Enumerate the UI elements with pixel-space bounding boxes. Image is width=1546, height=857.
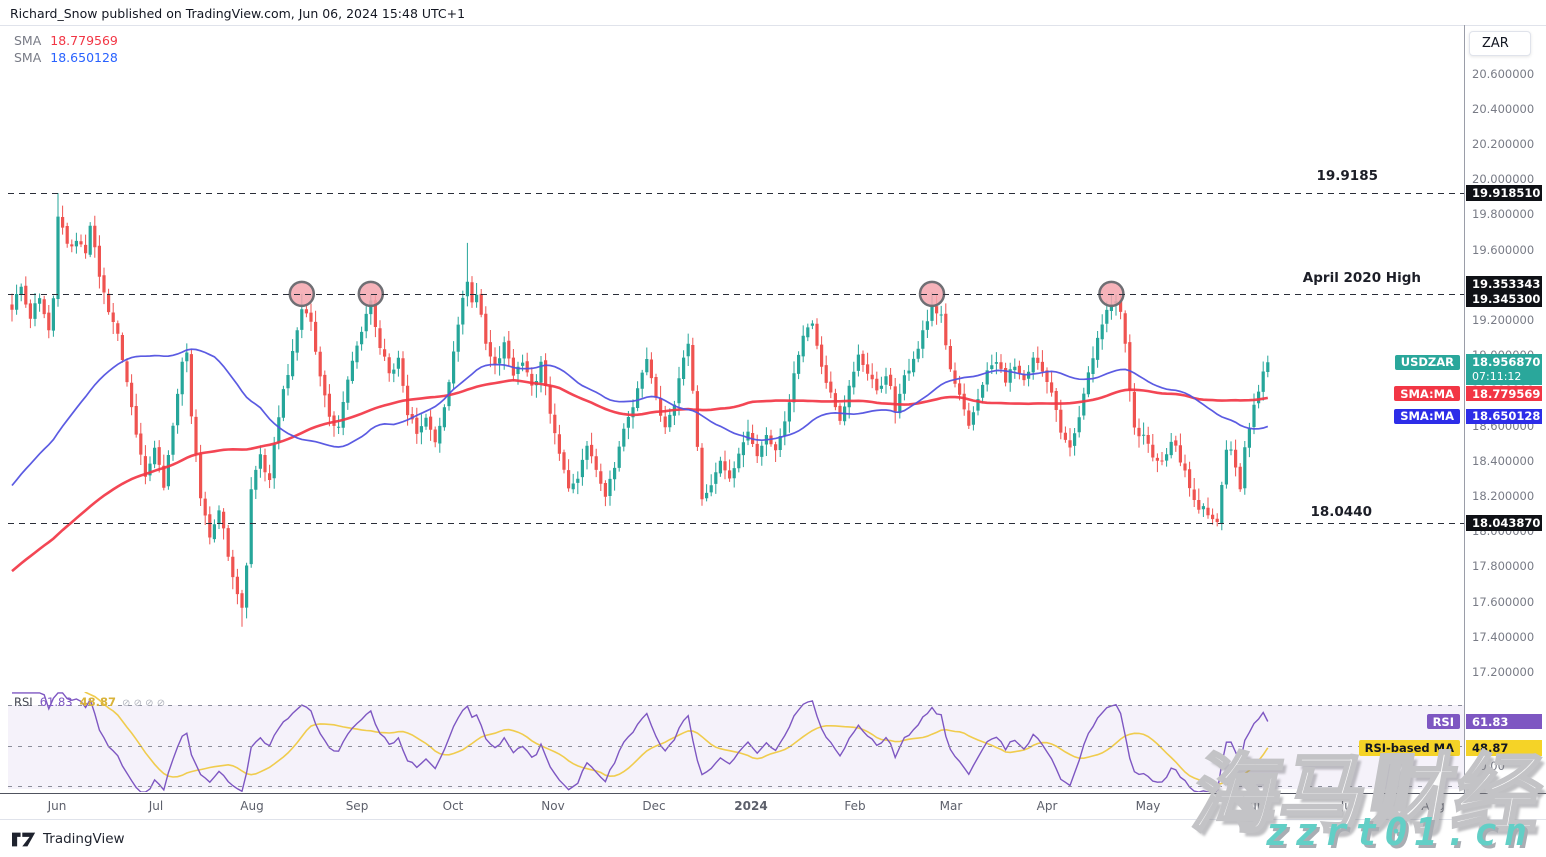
up-candle-bodies — [15, 217, 1269, 608]
annotation-resistance[interactable]: 19.9185 — [1317, 168, 1379, 184]
annotation-april-high[interactable]: April 2020 High — [1303, 270, 1421, 286]
rsi-ma-label-badge[interactable]: RSI-based MA — [1359, 740, 1460, 756]
price-tick-label: 17.400000 — [1472, 630, 1534, 644]
symbol-label-badge[interactable]: USDZAR — [1395, 355, 1460, 371]
rsi-label-badge[interactable]: RSI — [1427, 714, 1460, 730]
price-tick-label: 18.400000 — [1472, 454, 1534, 468]
rsi-value-badge: 61.83 — [1466, 714, 1542, 730]
time-tick-label: Nov — [541, 799, 564, 813]
level-april-b-price-badge: 19.345300 — [1466, 291, 1542, 307]
rsi-legend[interactable]: RSI 61.83 48.87 ⊘ ⊘ ⊘ ⊘ — [14, 695, 165, 709]
time-tick-label: Jun — [1246, 799, 1265, 813]
price-tick-label: 20.600000 — [1472, 67, 1534, 81]
rsi-ma-value-badge: 48.87 — [1466, 740, 1542, 756]
up-candle-wicks — [17, 193, 1268, 618]
price-tick-label: 20.000000 — [1472, 172, 1534, 186]
currency-toggle-button[interactable]: ZAR — [1469, 31, 1531, 56]
chart-canvas[interactable] — [0, 0, 1546, 857]
time-tick-label: Aug — [1421, 799, 1444, 813]
rsi-tick-label: 40.00 — [1472, 759, 1505, 773]
price-axis-border — [1464, 25, 1465, 794]
rsi-30-line — [8, 786, 1464, 787]
publish-title: Richard_Snow published on TradingView.co… — [10, 6, 465, 21]
time-tick-label: Aug — [240, 799, 263, 813]
tradingview-logo[interactable]: TradingView — [12, 831, 125, 847]
legend-sma-slow-label: SMA — [14, 33, 41, 48]
legend-sma-slow-value: 18.779569 — [50, 33, 118, 48]
footer-strip — [0, 820, 1546, 857]
price-tick-label: 19.800000 — [1472, 207, 1534, 221]
rsi-line[interactable] — [12, 693, 1268, 792]
legend-sma-fast[interactable]: SMA 18.650128 — [14, 50, 118, 65]
resistance-line-19-9185[interactable] — [8, 193, 1464, 194]
time-tick-label: Mar — [940, 799, 963, 813]
price-tick-label: 17.600000 — [1472, 595, 1534, 609]
rsi-legend-value: 61.83 — [40, 695, 73, 709]
rsi-ma-legend-value: 48.87 — [80, 695, 116, 709]
rsi-legend-icons[interactable]: ⊘ ⊘ ⊘ ⊘ — [122, 698, 165, 709]
price-tick-label: 20.400000 — [1472, 102, 1534, 116]
time-tick-label: Feb — [844, 799, 865, 813]
price-tick-label: 20.200000 — [1472, 137, 1534, 151]
rsi-ma-line[interactable] — [12, 663, 1268, 785]
legend-sma-slow[interactable]: SMA 18.779569 — [14, 33, 118, 48]
time-tick-label: Jul — [149, 799, 163, 813]
bar-countdown: 07:11:12 — [1472, 370, 1542, 383]
tradingview-logo-text: TradingView — [43, 831, 125, 847]
level-high-price-badge: 19.918510 — [1466, 185, 1542, 201]
down-candle-wicks — [12, 206, 1240, 627]
time-tick-label: Jul — [1341, 799, 1355, 813]
price-tick-label: 19.200000 — [1472, 313, 1534, 327]
sma-fast-price-badge: 18.650128 — [1466, 409, 1542, 425]
tradingview-chart: Richard_Snow published on TradingView.co… — [0, 0, 1546, 857]
sma-fast-label-badge[interactable]: SMA:MA — [1394, 409, 1460, 425]
price-tick-label: 19.600000 — [1472, 243, 1534, 257]
time-tick-label: Apr — [1037, 799, 1058, 813]
legend-sma-fast-value: 18.650128 — [50, 50, 118, 65]
last-price-badge: 18.956870 07:11:12 — [1466, 354, 1542, 385]
price-tick-label: 17.800000 — [1472, 559, 1534, 573]
time-tick-label: May — [1136, 799, 1161, 813]
level-april-a-price-badge: 19.353343 — [1466, 276, 1542, 292]
time-tick-label: Oct — [443, 799, 464, 813]
support-line-18-0440[interactable] — [8, 523, 1464, 524]
down-candle-bodies — [10, 217, 1241, 608]
rsi-legend-title: RSI — [14, 695, 33, 709]
time-tick-label: Dec — [642, 799, 665, 813]
time-tick-label: 2024 — [734, 799, 767, 813]
annotation-support[interactable]: 18.0440 — [1311, 504, 1373, 520]
time-tick-label: Sep — [346, 799, 369, 813]
sma-slow-label-badge[interactable]: SMA:MA — [1394, 386, 1460, 402]
price-tick-label: 17.200000 — [1472, 665, 1534, 679]
sma-slow-price-badge: 18.779569 — [1466, 386, 1542, 402]
last-price-value: 18.956870 — [1472, 355, 1542, 370]
time-axis-border — [0, 793, 1546, 794]
tradingview-logo-icon — [12, 832, 36, 847]
rsi-70-line — [8, 705, 1464, 706]
legend-sma-fast-label: SMA — [14, 50, 41, 65]
rsi-50-line — [8, 746, 1464, 747]
level-low-price-badge: 18.043870 — [1466, 515, 1542, 531]
april-2020-high-line[interactable] — [8, 294, 1464, 295]
time-tick-label: Jun — [48, 799, 67, 813]
price-tick-label: 18.200000 — [1472, 489, 1534, 503]
